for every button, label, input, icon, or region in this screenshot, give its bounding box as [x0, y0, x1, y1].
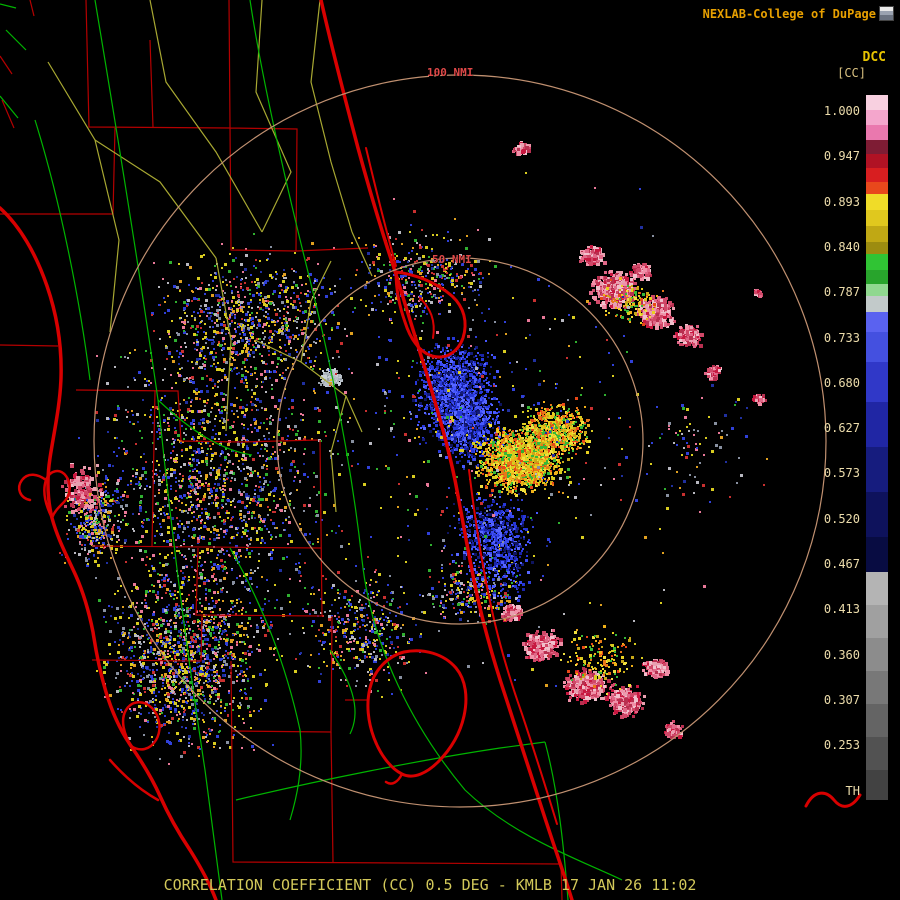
color-scale-segment [866, 110, 888, 125]
color-scale-segment [866, 312, 888, 332]
highway-lines-layer [47, 0, 373, 513]
color-scale-segment [866, 737, 888, 770]
color-scale-segment [866, 125, 888, 140]
colorbar-title: DCC [862, 50, 886, 65]
radar-display: 100 NMI 50 NMI NEXLAB-College of DuPage … [0, 0, 900, 900]
colorbar-subtitle: [CC] [837, 66, 866, 80]
color-scale-segment [866, 182, 888, 194]
color-scale-segment [866, 194, 888, 210]
color-scale-segment [866, 638, 888, 671]
color-scale-segment [866, 770, 888, 800]
red-squiggle [804, 791, 862, 808]
color-scale-segment [866, 402, 888, 447]
color-scale-segment [866, 242, 888, 254]
color-scale-segment [866, 572, 888, 605]
color-scale-segment [866, 332, 888, 362]
color-scale-segment [866, 704, 888, 737]
color-scale-segment [866, 168, 888, 182]
range-ring-label-50nmi: 50 NMI [432, 253, 472, 266]
color-scale-segment [866, 140, 888, 154]
color-scale-segment [866, 362, 888, 402]
range-ring-50nmi [276, 257, 644, 625]
color-scale-segment [866, 154, 888, 168]
color-scale-segment [866, 537, 888, 572]
color-scale-segment [866, 95, 888, 110]
product-caption: CORRELATION COEFFICIENT (CC) 0.5 DEG - K… [163, 876, 697, 894]
color-scale-segment [866, 284, 888, 296]
color-scale [866, 95, 888, 800]
florida-basemap [0, 0, 862, 900]
color-scale-segment [866, 296, 888, 312]
color-scale-segment [866, 605, 888, 638]
color-scale-segment [866, 254, 888, 270]
coastline-layer [0, 0, 862, 900]
color-scale-segment [866, 210, 888, 226]
color-scale-segment [866, 270, 888, 284]
page-icon [879, 6, 894, 21]
color-scale-segment [866, 492, 888, 537]
site-title: NEXLAB-College of DuPage [702, 7, 876, 21]
color-scale-segment [866, 226, 888, 242]
color-scale-segment [866, 671, 888, 704]
county-lines-layer [0, 0, 563, 900]
range-ring-label-100nmi: 100 NMI [427, 66, 474, 79]
color-scale-segment [866, 447, 888, 492]
